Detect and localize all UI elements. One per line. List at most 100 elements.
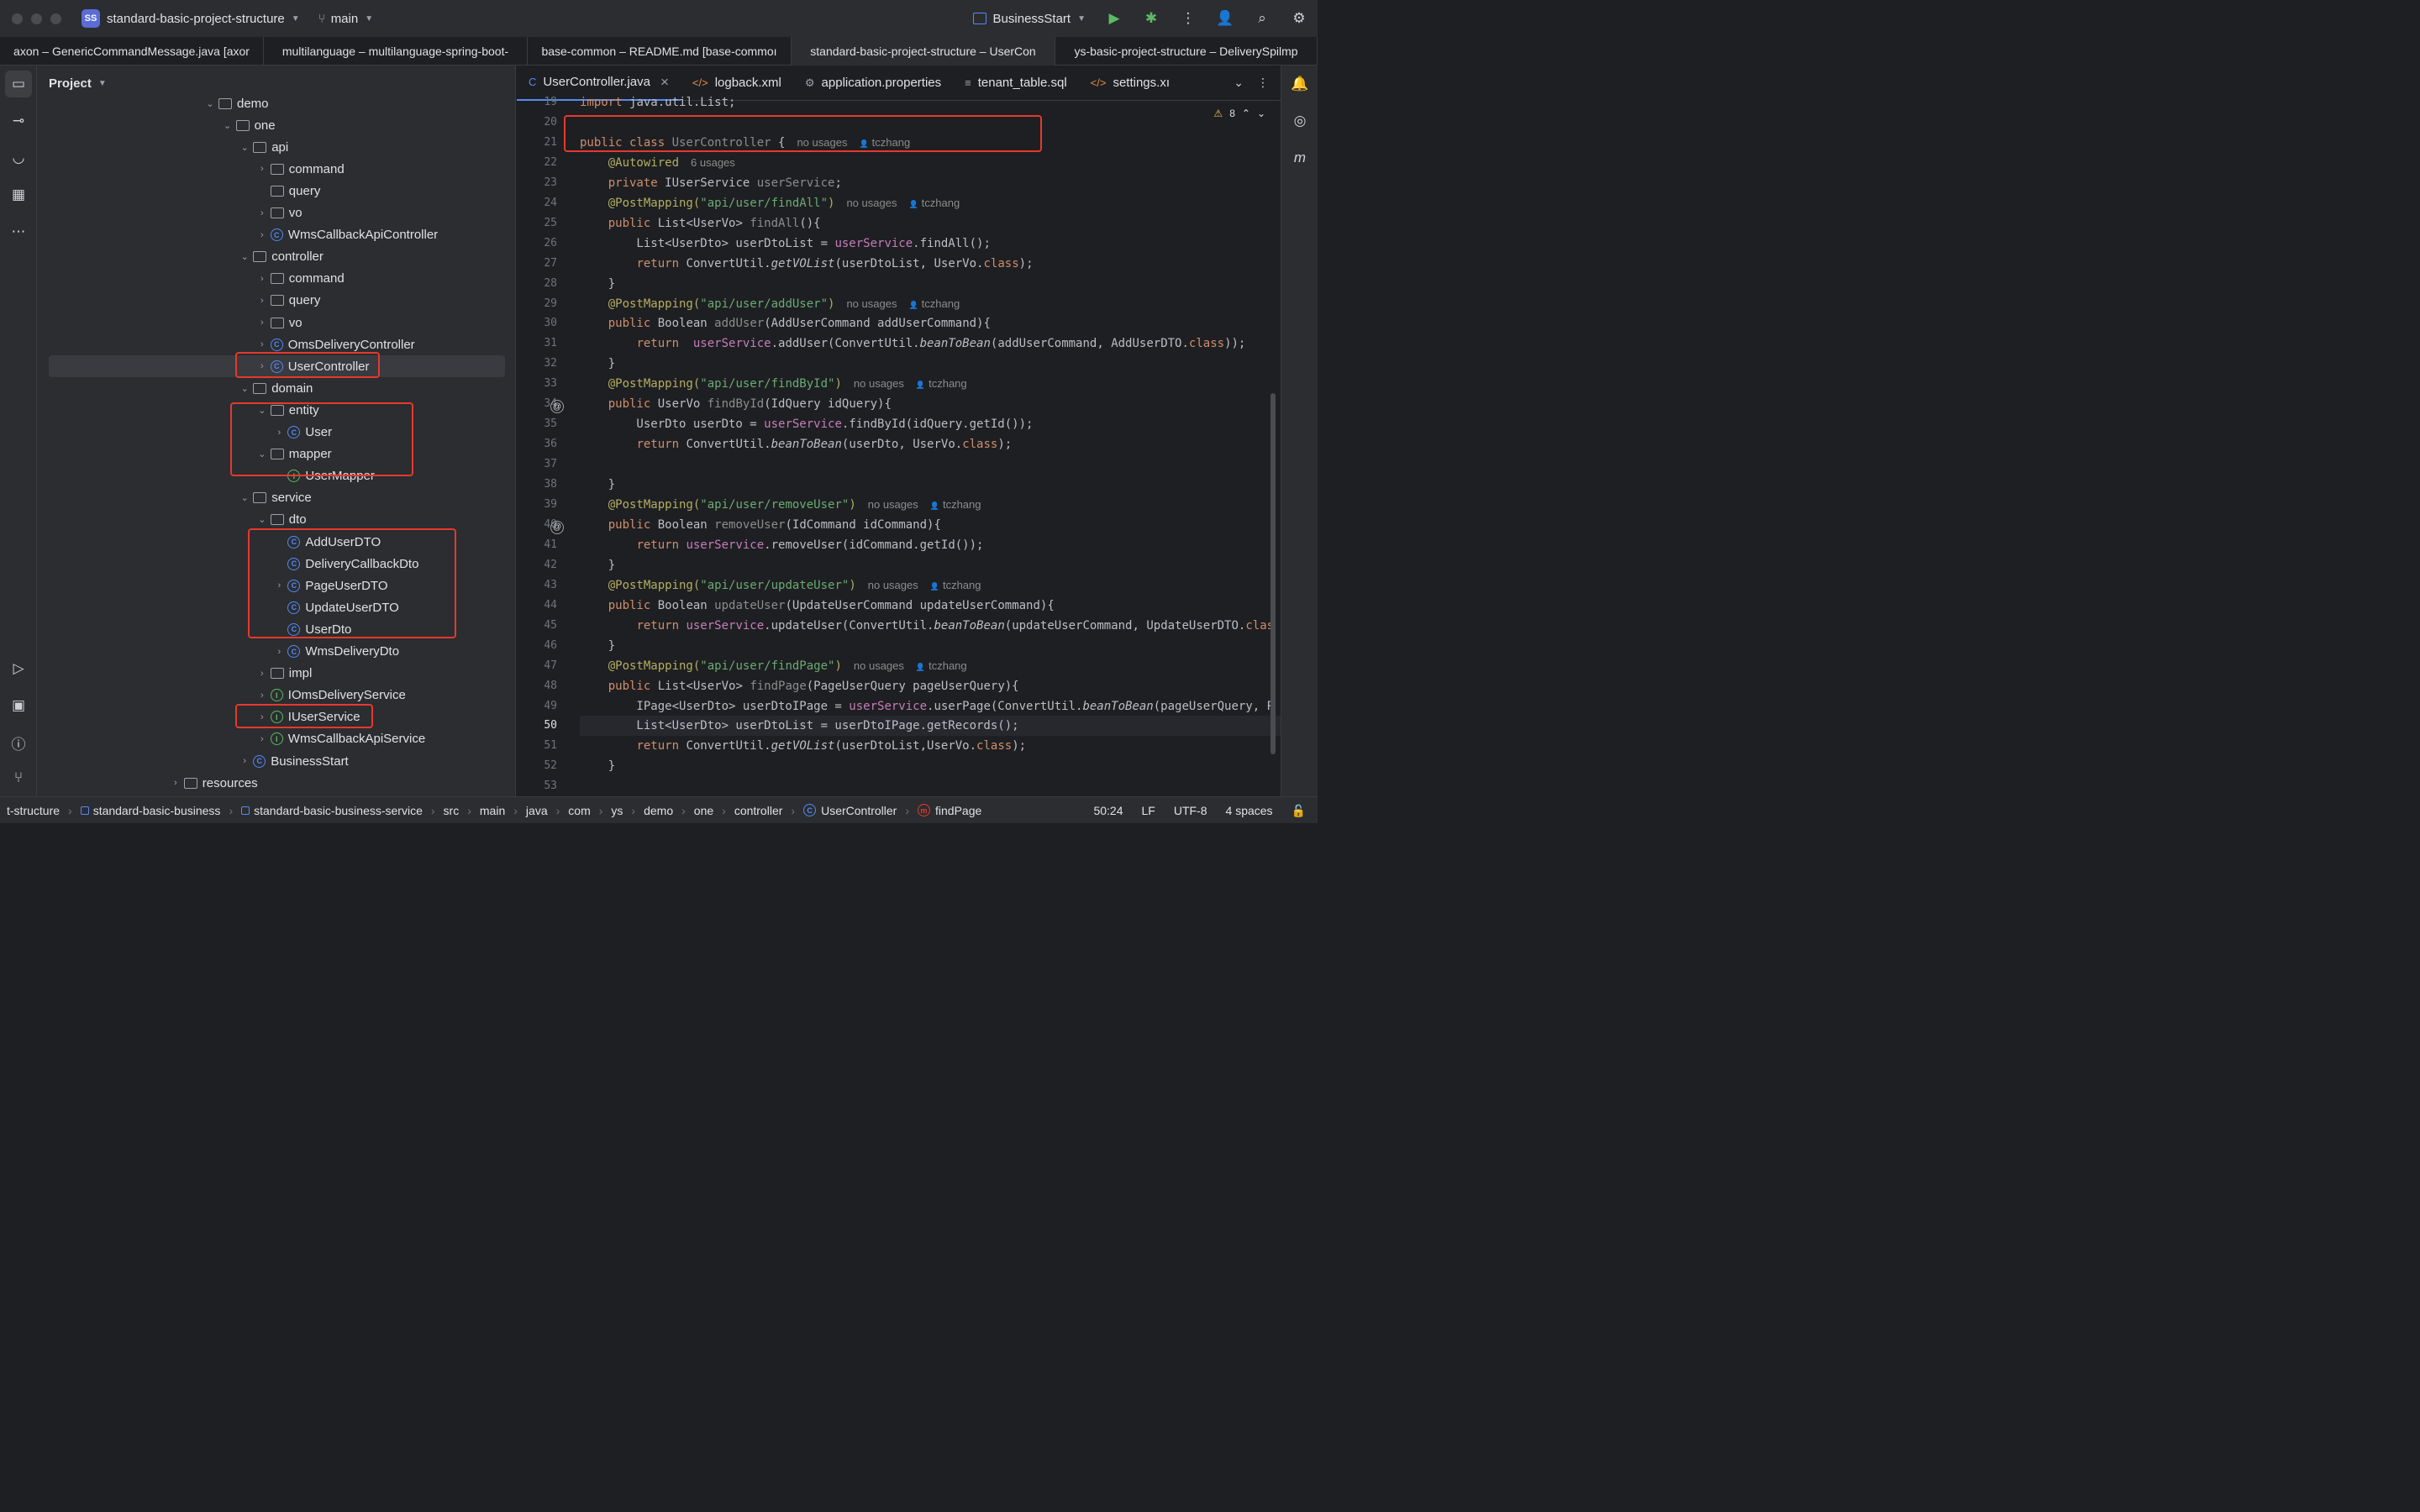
author-hint[interactable]: tczhang [943, 498, 981, 511]
tree-item[interactable]: › C WmsCallbackApiController [254, 224, 438, 246]
code-line[interactable]: public List<UserVo> findPage(PageUserQue… [580, 676, 1019, 696]
file-encoding[interactable]: UTF-8 [1174, 804, 1207, 817]
usage-hint[interactable]: no usages [854, 659, 904, 672]
window-tab[interactable]: multilanguage – multilanguage-spring-boo… [264, 37, 528, 66]
chevron-down-icon[interactable]: ⌄ [254, 514, 271, 525]
tree-item[interactable]: query [254, 180, 320, 202]
maven-icon[interactable]: m [1281, 139, 1318, 176]
tree-item[interactable]: › C BusinessStart [236, 750, 348, 772]
usage-hint[interactable]: no usages [854, 377, 904, 390]
chevron-right-icon[interactable]: › [271, 647, 287, 657]
code-line[interactable]: return userService.removeUser(idCommand.… [580, 535, 983, 555]
project-panel-header[interactable]: Project ▼ [37, 66, 515, 101]
debug-icon[interactable]: ✱ [1133, 0, 1170, 37]
indent-setting[interactable]: 4 spaces [1226, 804, 1273, 817]
editor-tab[interactable]: ⚙ application.properties [793, 66, 953, 101]
settings-gear-icon[interactable]: ⚙ [1281, 0, 1318, 37]
services-icon[interactable]: ▷ [0, 650, 37, 687]
code-line[interactable]: @PostMapping("api/user/findAll") no usage… [580, 193, 960, 213]
chevron-right-icon[interactable]: › [254, 318, 271, 328]
terminal-icon[interactable]: ▣ [0, 687, 37, 724]
code-line[interactable]: @PostMapping("api/user/removeUser") no us… [580, 495, 981, 515]
window-tab-active[interactable]: standard-basic-project-structure – UserC… [792, 37, 1055, 66]
breadcrumb-item[interactable]: src [444, 804, 460, 817]
code-line[interactable]: IPage<UserDto> userDtoIPage = userServic… [580, 696, 1274, 717]
code-line[interactable]: public List<UserVo> findAll(){ [580, 213, 821, 234]
author-hint[interactable]: tczhang [922, 297, 960, 310]
chevron-right-icon[interactable]: › [254, 296, 271, 306]
tree-item[interactable]: › resources [167, 772, 258, 794]
tree-item[interactable]: ⌄ one [219, 114, 276, 136]
close-tab-icon[interactable]: × [660, 74, 669, 91]
commit-icon[interactable]: ⊸ [0, 102, 37, 139]
tree-item[interactable]: ⌄ demo [202, 92, 268, 114]
usage-hint[interactable]: no usages [846, 297, 897, 310]
code-line[interactable]: } [580, 354, 615, 374]
chevron-right-icon[interactable]: › [254, 339, 271, 349]
tree-item[interactable]: ⌄ controller [236, 246, 324, 268]
implementation-gutter-icon[interactable]: @ [550, 400, 564, 414]
code-line[interactable]: } [580, 636, 615, 656]
breadcrumb-item[interactable]: main [480, 804, 505, 817]
code-line[interactable]: public Boolean removeUser(IdCommand idCo… [580, 515, 941, 535]
breadcrumb-item[interactable]: com [568, 804, 590, 817]
branch-switcher[interactable]: main [331, 12, 359, 26]
chevron-right-icon[interactable]: › [167, 778, 184, 788]
breadcrumb-item[interactable]: standard-basic-business [93, 804, 221, 817]
usage-hint[interactable]: no usages [846, 197, 897, 209]
breadcrumb-item[interactable]: java [526, 804, 548, 817]
breadcrumb-item[interactable]: ys [611, 804, 623, 817]
code-line[interactable]: return ConvertUtil.getVOList(userDtoList… [580, 254, 1033, 274]
breadcrumb-item[interactable]: controller [734, 804, 783, 817]
window-tab[interactable]: base-common – README.md [base-commoı [528, 37, 792, 66]
tree-item[interactable]: › vo [254, 202, 302, 224]
tree-item[interactable]: › impl [254, 663, 312, 685]
ai-assistant-icon[interactable]: ◎ [1281, 102, 1318, 139]
tree-item[interactable]: › command [254, 158, 345, 180]
inspection-widget[interactable]: ⚠ 8 ⌃ ⌄ [1213, 108, 1265, 119]
tree-item[interactable]: › command [254, 268, 345, 290]
chevron-up-icon[interactable]: ⌃ [1242, 108, 1250, 119]
code-line[interactable]: List<UserDto> userDtoList = userService.… [580, 234, 990, 254]
usage-hint[interactable]: 6 usages [691, 156, 735, 169]
git-icon[interactable]: ⑂ [0, 759, 37, 796]
read-only-lock-icon[interactable]: 🔓 [1292, 804, 1306, 818]
notifications-bell-icon[interactable]: 🔔 [1281, 66, 1318, 102]
code-line[interactable]: @PostMapping("api/user/findById") no usag… [580, 374, 967, 394]
editor-tab[interactable]: ≡ tenant_table.sql [953, 66, 1079, 101]
more-icon[interactable]: ⋮ [1257, 76, 1269, 90]
line-separator[interactable]: LF [1142, 804, 1155, 817]
chevron-right-icon[interactable]: › [254, 164, 271, 174]
chevron-right-icon[interactable]: › [254, 690, 271, 701]
window-tab[interactable]: axon – GenericCommandMessage.java [axor [0, 37, 264, 66]
chevron-down-icon[interactable]: ⌄ [236, 142, 253, 153]
chevron-right-icon[interactable]: › [254, 208, 271, 218]
code-line[interactable]: private IUserService userService; [580, 173, 842, 193]
tree-item[interactable]: › I IOmsDeliveryService [254, 685, 406, 706]
author-hint[interactable]: tczhang [929, 377, 967, 390]
run-config-selector[interactable]: BusinessStart [993, 12, 1071, 26]
author-hint[interactable]: tczhang [929, 659, 967, 672]
editor-tab[interactable]: </> settings.xı [1079, 66, 1181, 101]
code-line[interactable]: List<UserDto> userDtoList = userDtoIPage… [580, 716, 1281, 737]
minimize-window-button[interactable] [31, 13, 42, 24]
chevron-down-icon[interactable]: ⌄ [236, 251, 253, 262]
tree-item[interactable]: › query [254, 290, 320, 312]
code-line[interactable]: } [580, 274, 615, 294]
code-line[interactable]: public Boolean addUser(AddUserCommand ad… [580, 313, 991, 333]
breadcrumb-item[interactable]: UserController [821, 804, 897, 817]
window-controls[interactable] [12, 13, 61, 24]
breadcrumb-item[interactable]: findPage [935, 804, 981, 817]
tree-item[interactable]: ⌄ api [236, 136, 289, 158]
chevron-right-icon[interactable]: › [254, 230, 271, 240]
add-user-icon[interactable]: 👤 [1207, 0, 1244, 37]
chevron-right-icon[interactable]: › [254, 274, 271, 284]
chevron-down-icon[interactable]: ⌄ [219, 120, 236, 131]
chevron-right-icon[interactable]: › [254, 669, 271, 679]
code-line[interactable]: } [580, 475, 615, 495]
author-hint[interactable]: tczhang [922, 197, 960, 209]
code-line[interactable]: return userService.updateUser(ConvertUti… [580, 616, 1274, 636]
code-line[interactable]: } [580, 756, 615, 776]
code-line[interactable]: return ConvertUtil.beanToBean(userDto, U… [580, 434, 1012, 454]
chevron-down-icon[interactable]: ⌄ [202, 98, 218, 109]
